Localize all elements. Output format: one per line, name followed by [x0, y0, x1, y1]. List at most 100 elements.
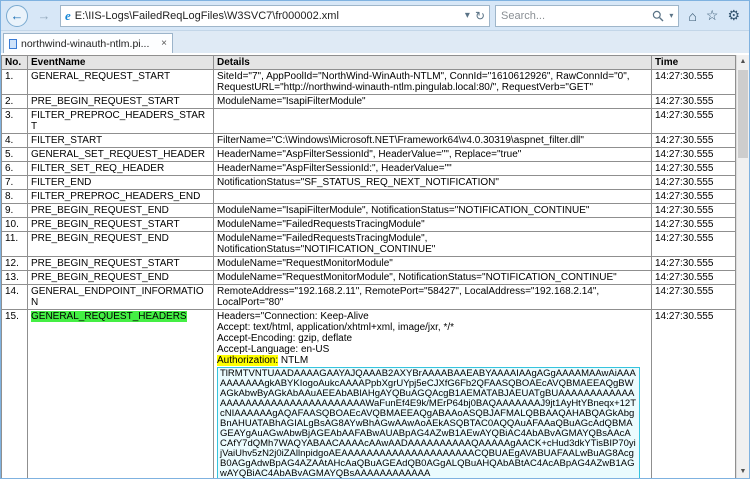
- log-table-body: 1. GENERAL_REQUEST_START SiteId="7", AppPo…: [1, 69, 736, 478]
- event-time: 14:27:30.555: [651, 175, 736, 190]
- event-time: 14:27:30.555: [651, 217, 736, 232]
- row-number: 11.: [1, 231, 28, 257]
- row-number: 6.: [1, 161, 28, 176]
- log-row: 8. FILTER_PREPROC_HEADERS_END 14:27:30.555: [1, 189, 736, 204]
- event-name: GENERAL_SET_REQUEST_HEADER: [27, 147, 214, 162]
- event-details: [213, 189, 652, 204]
- row-number: 2.: [1, 94, 28, 109]
- tab-northwind[interactable]: northwind-winauth-ntlm.pi... ×: [3, 33, 173, 53]
- row-number: 7.: [1, 175, 28, 190]
- search-dropdown-icon[interactable]: ▾: [669, 11, 673, 20]
- row-number: 1.: [1, 69, 28, 95]
- log-row: 10. PRE_BEGIN_REQUEST_START ModuleName="Fa…: [1, 217, 736, 232]
- search-input[interactable]: Search...: [501, 10, 647, 22]
- column-header-no: No.: [1, 55, 28, 70]
- event-details: NotificationStatus="SF_STATUS_REQ_NEXT_N…: [213, 175, 652, 190]
- event-details: HeaderName="AspFilterSessionId:", Header…: [213, 161, 652, 176]
- column-header-details: Details: [213, 55, 652, 70]
- log-row: 7. FILTER_END NotificationStatus="SF_STATU…: [1, 175, 736, 190]
- home-icon[interactable]: ⌂: [688, 8, 696, 24]
- log-row: 4. FILTER_START FilterName="C:\Windows\Mic…: [1, 133, 736, 148]
- refresh-icon[interactable]: ↻: [475, 9, 485, 23]
- event-details: ModuleName="RequestMonitorModule": [213, 256, 652, 271]
- trace-log-table-wrap: No. EventName Details Time 1. GENERAL_REQ…: [1, 55, 736, 478]
- event-details: ModuleName="IsapiFilterModule": [213, 94, 652, 109]
- row-number: 13.: [1, 270, 28, 285]
- log-row: 11. PRE_BEGIN_REQUEST_END ModuleName="Fail…: [1, 231, 736, 257]
- event-details: ModuleName="IsapiFilterModule", Notifica…: [213, 203, 652, 218]
- scrollbar-thumb[interactable]: [738, 70, 748, 158]
- event-name: FILTER_START: [27, 133, 214, 148]
- search-highlight-yellow: Authorization:: [217, 355, 279, 366]
- scroll-down-icon[interactable]: ▼: [737, 465, 749, 478]
- row-number: 3.: [1, 108, 28, 134]
- event-name: FILTER_PREPROC_HEADERS_START: [27, 108, 214, 134]
- event-name: FILTER_PREPROC_HEADERS_END: [27, 189, 214, 204]
- autocomplete-dropdown-icon[interactable]: ▾: [465, 10, 470, 21]
- forward-button[interactable]: →: [33, 5, 55, 27]
- row-number: 12.: [1, 256, 28, 271]
- event-time: 14:27:30.555: [651, 147, 736, 162]
- row-number: 10.: [1, 217, 28, 232]
- event-time: 14:27:30.555: [651, 108, 736, 134]
- ntlm-token-blob: TlRMTVNTUAADAAAAGAAYAJQAAAB2AXYBrAAAABAA…: [217, 367, 640, 478]
- header-line: Headers="Connection: Keep-Alive: [217, 311, 369, 322]
- row-number: 15.: [1, 309, 28, 478]
- toolbar-icons: ⌂ ☆ ⚙: [684, 7, 744, 24]
- event-details: [213, 108, 652, 134]
- event-time: 14:27:30.555: [651, 161, 736, 176]
- event-time: 14:27:30.555: [651, 309, 736, 478]
- row-number: 8.: [1, 189, 28, 204]
- address-bar[interactable]: e E:\IIS-Logs\FailedReqLogFiles\W3SVC7\f…: [60, 4, 490, 27]
- log-row: 6. FILTER_SET_REQ_HEADER HeaderName="AspFi…: [1, 161, 736, 176]
- event-name: FILTER_SET_REQ_HEADER: [27, 161, 214, 176]
- column-header-time: Time: [651, 55, 736, 70]
- event-name: PRE_BEGIN_REQUEST_END: [27, 270, 214, 285]
- event-time: 14:27:30.555: [651, 231, 736, 257]
- event-details: SiteId="7", AppPoolId="NorthWind-WinAuth…: [213, 69, 652, 95]
- event-details: FilterName="C:\Windows\Microsoft.NET\Fra…: [213, 133, 652, 148]
- log-row: 5. GENERAL_SET_REQUEST_HEADER HeaderName="…: [1, 147, 736, 162]
- vertical-scrollbar[interactable]: ▲ ▼: [736, 55, 749, 478]
- event-time: 14:27:30.555: [651, 94, 736, 109]
- event-name: PRE_BEGIN_REQUEST_END: [27, 231, 214, 257]
- scroll-up-icon[interactable]: ▲: [737, 55, 749, 68]
- log-row: 14. GENERAL_ENDPOINT_INFORMATION RemoteAdd…: [1, 284, 736, 310]
- address-text[interactable]: E:\IIS-Logs\FailedReqLogFiles\W3SVC7\fr0…: [75, 10, 461, 22]
- event-details: ModuleName="FailedRequestsTracingModule": [213, 217, 652, 232]
- row-number: 14.: [1, 284, 28, 310]
- search-highlight-green: GENERAL_REQUEST_HEADERS: [31, 311, 187, 322]
- event-time: 14:27:30.555: [651, 133, 736, 148]
- tab-close-icon[interactable]: ×: [161, 38, 167, 49]
- header-line: Accept-Language: en-US: [217, 344, 330, 355]
- log-row: 9. PRE_BEGIN_REQUEST_END ModuleName="Isapi…: [1, 203, 736, 218]
- event-time: 14:27:30.555: [651, 284, 736, 310]
- event-name: PRE_BEGIN_REQUEST_START: [27, 94, 214, 109]
- back-button[interactable]: ←: [6, 4, 28, 27]
- search-icon[interactable]: [652, 10, 664, 22]
- browser-toolbar: ← → e E:\IIS-Logs\FailedReqLogFiles\W3SV…: [1, 1, 749, 31]
- log-row: 1. GENERAL_REQUEST_START SiteId="7", AppPo…: [1, 69, 736, 95]
- log-row: 2. PRE_BEGIN_REQUEST_START ModuleName="Isa…: [1, 94, 736, 109]
- column-header-eventname: EventName: [27, 55, 214, 70]
- log-row: 12. PRE_BEGIN_REQUEST_START ModuleName="Re…: [1, 256, 736, 271]
- authorization-line: Authorization: NTLM: [217, 355, 309, 366]
- event-name: FILTER_END: [27, 175, 214, 190]
- favorites-star-icon[interactable]: ☆: [706, 7, 719, 24]
- trace-log-table: No. EventName Details Time 1. GENERAL_REQ…: [1, 55, 736, 478]
- row-number: 5.: [1, 147, 28, 162]
- event-time: 14:27:30.555: [651, 270, 736, 285]
- browser-window: ← → e E:\IIS-Logs\FailedReqLogFiles\W3SV…: [0, 0, 750, 479]
- event-details: HeaderName="AspFilterSessionId", HeaderV…: [213, 147, 652, 162]
- event-time: 14:27:30.555: [651, 69, 736, 95]
- settings-gear-icon[interactable]: ⚙: [727, 7, 740, 24]
- event-time: 14:27:30.555: [651, 256, 736, 271]
- header-line: Accept: text/html, application/xhtml+xml…: [217, 322, 455, 333]
- document-icon: [9, 38, 17, 49]
- tab-bar: northwind-winauth-ntlm.pi... ×: [1, 31, 749, 53]
- event-details: Headers="Connection: Keep-Alive Accept: t…: [213, 309, 652, 478]
- search-box[interactable]: Search... ▾: [495, 4, 680, 27]
- log-row: 13. PRE_BEGIN_REQUEST_END ModuleName="Requ…: [1, 270, 736, 285]
- event-name: GENERAL_ENDPOINT_INFORMATION: [27, 284, 214, 310]
- event-details: ModuleName="FailedRequestsTracingModule"…: [213, 231, 652, 257]
